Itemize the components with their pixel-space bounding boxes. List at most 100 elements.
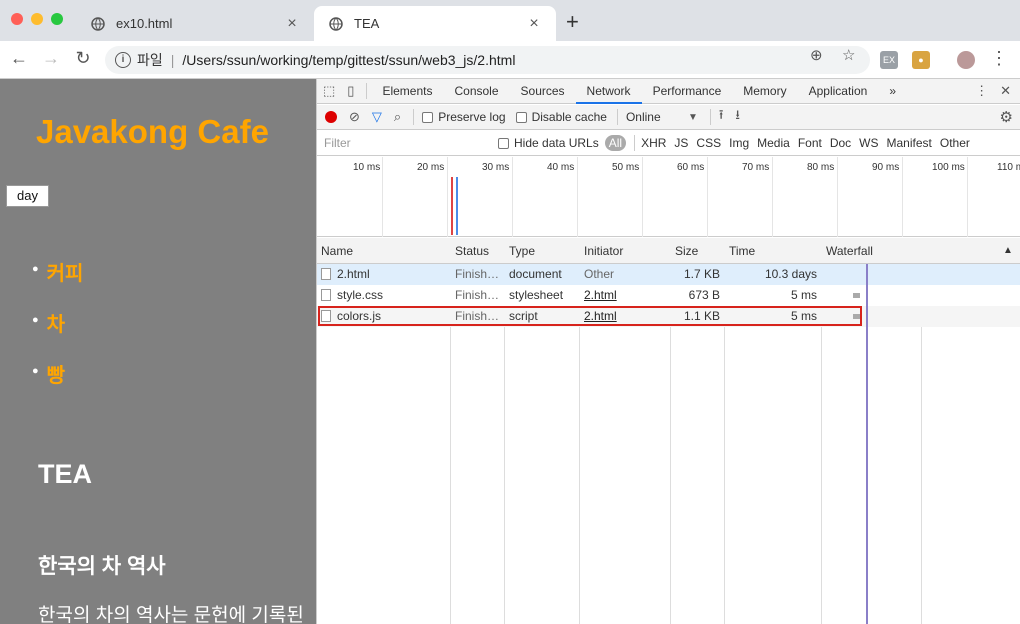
day-button[interactable]: day (6, 185, 49, 207)
export-har-icon[interactable]: ⭳ (735, 106, 740, 128)
initiator-cell: 2.html (580, 285, 670, 306)
close-devtools-icon[interactable]: ✕ (994, 83, 1017, 99)
hide-data-urls-checkbox[interactable] (498, 137, 509, 149)
overview-tick-label: 110 ms (997, 162, 1020, 173)
divider (616, 109, 618, 125)
devtools-panel: ⬚ ▯ Elements Console Sources Network Per… (316, 79, 1020, 624)
filter-type-all[interactable]: All (604, 135, 627, 151)
extension-icon[interactable]: EX (880, 51, 898, 69)
info-icon[interactable]: i (115, 52, 131, 68)
devtools-menu-icon[interactable]: ⋮ (969, 83, 994, 99)
menu-list: ● 커피 ● 차 ● 빵 (32, 257, 83, 410)
column-header-time[interactable]: Time (725, 238, 755, 264)
overview-gridline (577, 157, 578, 237)
menu-link[interactable]: 차 (47, 308, 65, 337)
url-divider: | (170, 52, 175, 68)
filter-type-js[interactable]: JS (674, 136, 688, 150)
maximize-window-button[interactable] (51, 13, 63, 25)
gear-icon[interactable]: ⚙ (1000, 108, 1013, 126)
paragraph: 한국의 차의 역사는 문헌에 기록된 (38, 605, 304, 624)
column-header-status[interactable]: Status (451, 238, 489, 264)
tab-performance[interactable]: Performance (642, 79, 733, 104)
filter-type-ws[interactable]: WS (859, 136, 878, 150)
time-cell: 5 ms (790, 288, 817, 302)
filter-type-other[interactable]: Other (940, 136, 970, 150)
divider (413, 109, 415, 125)
omnibox[interactable]: i 파일 | /Users/ssun/working/temp/gittest/… (105, 46, 870, 74)
tab-elements[interactable]: Elements (371, 79, 443, 104)
inspect-element-icon[interactable]: ⬚ (317, 83, 341, 99)
column-header-waterfall[interactable]: Waterfall (822, 238, 873, 264)
tab-tea[interactable]: TEA × (314, 6, 556, 41)
list-item[interactable]: ● 빵 (32, 359, 83, 410)
filter-type-css[interactable]: CSS (696, 136, 721, 150)
column-header-type[interactable]: Type (505, 238, 535, 264)
column-header-name[interactable]: Name (317, 238, 353, 264)
list-item[interactable]: ● 차 (32, 308, 83, 359)
filter-type-img[interactable]: Img (729, 136, 749, 150)
filter-type-media[interactable]: Media (757, 136, 790, 150)
file-name-cell: 2.html (317, 264, 450, 285)
list-item[interactable]: ● 커피 (32, 257, 83, 308)
tab-ex10[interactable]: ex10.html × (76, 6, 314, 41)
cookie-extension-icon[interactable]: ● (912, 51, 930, 69)
tab-memory[interactable]: Memory (732, 79, 797, 104)
overview-gridline (447, 157, 448, 237)
record-icon[interactable] (325, 111, 337, 123)
filter-type-xhr[interactable]: XHR (641, 136, 666, 150)
tab-network[interactable]: Network (575, 79, 642, 104)
filter-icon[interactable]: ▽ (372, 109, 382, 125)
filter-type-doc[interactable]: Doc (830, 136, 851, 150)
tab-application[interactable]: Application (798, 79, 879, 104)
close-window-button[interactable] (11, 13, 23, 25)
divider (634, 135, 636, 151)
bullet-icon: ● (32, 263, 39, 275)
filter-type-manifest[interactable]: Manifest (887, 136, 932, 150)
domcontentloaded-marker (456, 177, 458, 235)
column-header-initiator[interactable]: Initiator (580, 238, 623, 264)
bullet-icon: ● (32, 314, 39, 326)
status-cell: Finish… (455, 288, 500, 302)
close-tab-icon[interactable]: × (284, 15, 300, 33)
zoom-icon[interactable]: ⊕ (810, 46, 823, 64)
import-har-icon[interactable]: ⭱ (719, 106, 724, 128)
disable-cache-checkbox[interactable] (515, 111, 527, 123)
network-toolbar: ⊘ ▽ ⌕ Preserve log Disable cache Online … (317, 105, 1020, 130)
device-toolbar-icon[interactable]: ▯ (341, 83, 360, 99)
time-cell: 10.3 days (764, 267, 817, 281)
menu-link[interactable]: 커피 (47, 257, 84, 286)
overview-tick-label: 50 ms (612, 162, 640, 173)
file-name-cell: style.css (317, 285, 450, 306)
new-tab-button[interactable]: + (566, 9, 579, 35)
profile-avatar[interactable] (957, 51, 975, 69)
back-arrow-icon[interactable]: ← (8, 48, 30, 69)
filter-input[interactable]: Filter (320, 133, 486, 153)
throttling-select[interactable]: Online (626, 110, 678, 124)
reload-icon[interactable]: ↻ (72, 48, 94, 69)
close-tab-icon[interactable]: × (526, 15, 542, 33)
status-cell: Finish… (455, 267, 500, 281)
network-overview[interactable]: 10 ms 20 ms 30 ms 40 ms 50 ms 60 ms 70 m… (317, 157, 1020, 237)
table-row[interactable]: 2.html Finish… document Other 1.7 KB 10.… (317, 264, 1020, 285)
more-tabs-button[interactable]: » (878, 79, 907, 104)
column-header-size[interactable]: Size (671, 238, 698, 264)
tab-sources[interactable]: Sources (510, 79, 576, 104)
globe-icon (90, 16, 106, 32)
url-text[interactable]: /Users/ssun/working/temp/gittest/ssun/we… (182, 52, 515, 68)
kebab-menu-icon[interactable]: ⋮ (988, 48, 1010, 69)
divider (366, 83, 368, 99)
search-icon[interactable]: ⌕ (394, 109, 401, 125)
bookmark-star-icon[interactable]: ☆ (842, 46, 855, 64)
clear-icon[interactable]: ⊘ (349, 109, 360, 125)
preserve-log-checkbox[interactable] (422, 111, 434, 123)
forward-arrow-icon[interactable]: → (40, 48, 62, 69)
filter-type-font[interactable]: Font (798, 136, 822, 150)
sort-ascending-icon[interactable]: ▲ (999, 238, 1013, 264)
initiator-link[interactable]: 2.html (584, 288, 617, 302)
menu-link[interactable]: 빵 (47, 359, 65, 388)
minimize-window-button[interactable] (31, 13, 43, 25)
tab-console[interactable]: Console (443, 79, 509, 104)
table-row[interactable]: style.css Finish… stylesheet 2.html 673 … (317, 285, 1020, 306)
chevron-down-icon[interactable]: ▼ (688, 112, 698, 123)
address-bar: ← → ↻ i 파일 | /Users/ssun/working/temp/gi… (0, 41, 1020, 79)
